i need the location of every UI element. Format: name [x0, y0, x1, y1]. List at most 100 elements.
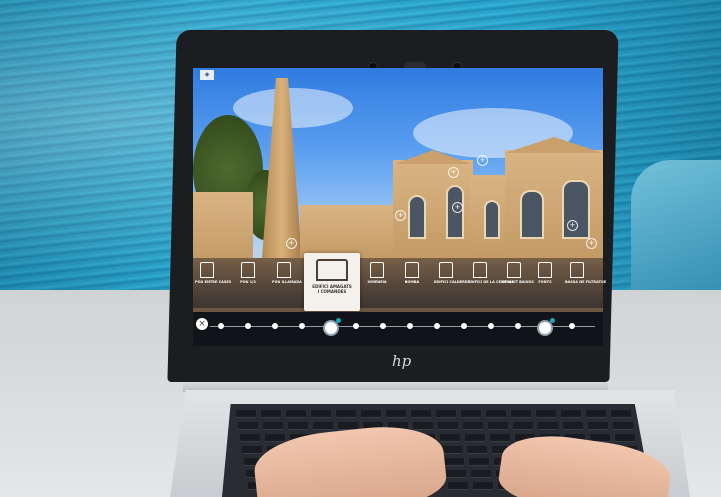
keyboard-key	[461, 410, 481, 418]
keyboard-key	[613, 422, 633, 430]
nav-item[interactable]: POU ILLAMADA	[272, 262, 302, 302]
keyboard-key	[469, 458, 489, 466]
keyboard-key	[440, 434, 460, 442]
nav-item[interactable]: XIMENEIA	[365, 262, 389, 302]
keyboard-key	[536, 410, 556, 418]
low-building	[300, 205, 400, 260]
hotspot-icon[interactable]: +	[448, 167, 459, 178]
photo-scene: ◈ + + + + + + + POU ENTRE CASES POU 1/2 …	[0, 0, 721, 497]
keyboard-key	[361, 410, 381, 418]
nav-label: BOMBA	[404, 280, 420, 284]
hotspot-icon[interactable]: +	[395, 210, 406, 221]
window	[408, 195, 426, 239]
keyboard-key	[311, 410, 331, 418]
nav-item[interactable]: POU ENTRE CASES	[195, 262, 232, 302]
keyboard-key	[242, 446, 262, 454]
hotspot-icon[interactable]: +	[286, 238, 297, 249]
hotspot-icon[interactable]: +	[477, 155, 488, 166]
nav-label: POU ILLAMADA	[272, 280, 302, 284]
keyboard-key	[471, 470, 491, 478]
keyboard-key	[511, 410, 531, 418]
featured-stop-card[interactable]: EDIFICI AMAGATS I COMANDES	[304, 253, 360, 311]
timeline-stop[interactable]	[245, 323, 251, 329]
keyboard-key	[486, 410, 506, 418]
timeline-stop[interactable]	[299, 323, 305, 329]
timeline-stop[interactable]	[488, 323, 494, 329]
keyboard-key	[488, 422, 508, 430]
nav-label: XIMENEIA	[367, 280, 387, 284]
keyboard-key	[465, 434, 485, 442]
keyboard-key	[538, 422, 558, 430]
tank-icon	[507, 262, 521, 278]
nav-label: BASSA DE FILTRATGE	[565, 280, 607, 284]
nav-label: EDIFICI DE LA CENTRAL	[468, 280, 514, 284]
pump-icon	[405, 262, 419, 278]
timeline-stop[interactable]	[515, 323, 521, 329]
keyboard-key	[448, 482, 468, 490]
keyboard-key	[411, 410, 431, 418]
timeline-stop[interactable]	[353, 323, 359, 329]
window	[562, 180, 590, 239]
keyboard-key	[446, 470, 466, 478]
keyboard-key	[463, 422, 483, 430]
timeline-stop[interactable]	[461, 323, 467, 329]
timeline-current-knob[interactable]	[323, 318, 341, 336]
keyboard-key	[611, 410, 631, 418]
keyboard-key	[513, 422, 533, 430]
hotspot-icon[interactable]: +	[567, 220, 578, 231]
keyboard-key	[236, 410, 256, 418]
nav-item[interactable]: FONTS	[533, 262, 557, 302]
timeline-stop[interactable]	[380, 323, 386, 329]
timeline-stop[interactable]	[407, 323, 413, 329]
timeline-stop[interactable]	[434, 323, 440, 329]
keyboard-key	[563, 422, 583, 430]
chimney-icon	[370, 262, 384, 278]
keyboard-key	[438, 422, 458, 430]
timeline-knob[interactable]	[537, 318, 555, 336]
nav-label: EDIFICI CALDERES	[434, 280, 470, 284]
card-title-line2: I COMANDES	[317, 289, 347, 294]
keyboard-key	[240, 434, 260, 442]
keyboard-key	[442, 446, 462, 454]
nav-item[interactable]: BOMBA	[400, 262, 424, 302]
keyboard-key	[444, 458, 464, 466]
keyboard-key	[313, 422, 333, 430]
close-icon[interactable]: ×	[196, 318, 208, 330]
keyboard-key	[436, 410, 456, 418]
keyboard-key	[238, 422, 258, 430]
keyboard-key	[263, 422, 283, 430]
cloud	[233, 88, 353, 128]
nav-item[interactable]: EDIFICI DE LA CENTRAL	[468, 262, 514, 302]
well-icon	[277, 262, 291, 278]
nav-label: DIPÒSIT BAIXOS	[502, 280, 534, 284]
keyboard-key	[386, 410, 406, 418]
hotspot-icon[interactable]: +	[452, 202, 463, 213]
window	[520, 190, 544, 239]
building-icon	[439, 262, 453, 278]
nav-item[interactable]: DIPÒSIT BAIXOS	[502, 262, 534, 302]
keyboard-key	[286, 410, 306, 418]
well-icon	[200, 262, 214, 278]
keyboard-key	[473, 482, 493, 490]
keyboard-key	[561, 410, 581, 418]
nav-item[interactable]: BASSA DE FILTRATGE	[565, 262, 607, 302]
building-icon	[316, 259, 348, 281]
building-icon	[473, 262, 487, 278]
left-building	[193, 192, 253, 262]
tank-icon	[570, 262, 584, 278]
keyboard-key	[336, 410, 356, 418]
timeline-stop[interactable]	[272, 323, 278, 329]
well-icon	[241, 262, 255, 278]
keyboard-key	[586, 410, 606, 418]
nav-label: POU ENTRE CASES	[195, 280, 232, 284]
timeline-stop[interactable]	[218, 323, 224, 329]
timeline-stop[interactable]	[569, 323, 575, 329]
window	[484, 200, 500, 239]
hotspot-icon[interactable]: +	[586, 238, 597, 249]
app-logo-icon[interactable]: ◈	[200, 70, 214, 80]
fountain-icon	[538, 262, 552, 278]
keyboard-key	[265, 434, 285, 442]
keyboard-key	[261, 410, 281, 418]
nav-item[interactable]: EDIFICI CALDERES	[434, 262, 470, 302]
nav-item[interactable]: POU 1/2	[236, 262, 260, 302]
